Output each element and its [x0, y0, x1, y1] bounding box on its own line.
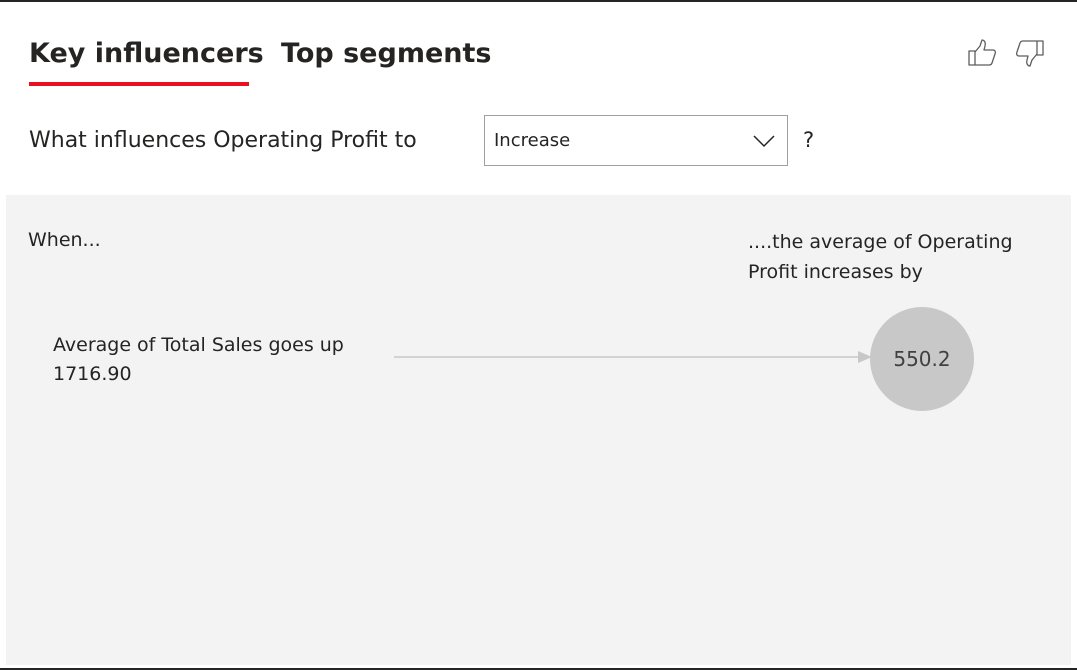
tab-top-segments[interactable]: Top segments	[281, 38, 491, 69]
direction-dropdown[interactable]: Increase	[484, 115, 788, 166]
influencer-label: Average of Total Sales goes up 1716.90	[53, 334, 344, 385]
dropdown-selected-value: Increase	[494, 130, 571, 151]
influencers-panel: When... ....the average of Operating Pro…	[6, 195, 1071, 665]
thumbs-down-icon[interactable]	[1013, 36, 1047, 70]
key-influencers-visual: Key influencers Top segments What influe…	[0, 0, 1077, 670]
active-tab-indicator	[29, 82, 249, 86]
question-mark: ?	[803, 128, 815, 152]
influencer-row[interactable]: Average of Total Sales goes up 1716.90 5…	[6, 195, 1071, 665]
chevron-down-icon	[753, 135, 775, 148]
connector-arrow	[394, 351, 872, 363]
question-prefix: What influences Operating Profit to	[29, 128, 417, 153]
thumbs-up-icon[interactable]	[965, 36, 999, 70]
tab-key-influencers[interactable]: Key influencers	[29, 38, 264, 69]
influence-value-bubble: 550.2	[870, 307, 974, 411]
influence-value: 550.2	[893, 347, 951, 371]
